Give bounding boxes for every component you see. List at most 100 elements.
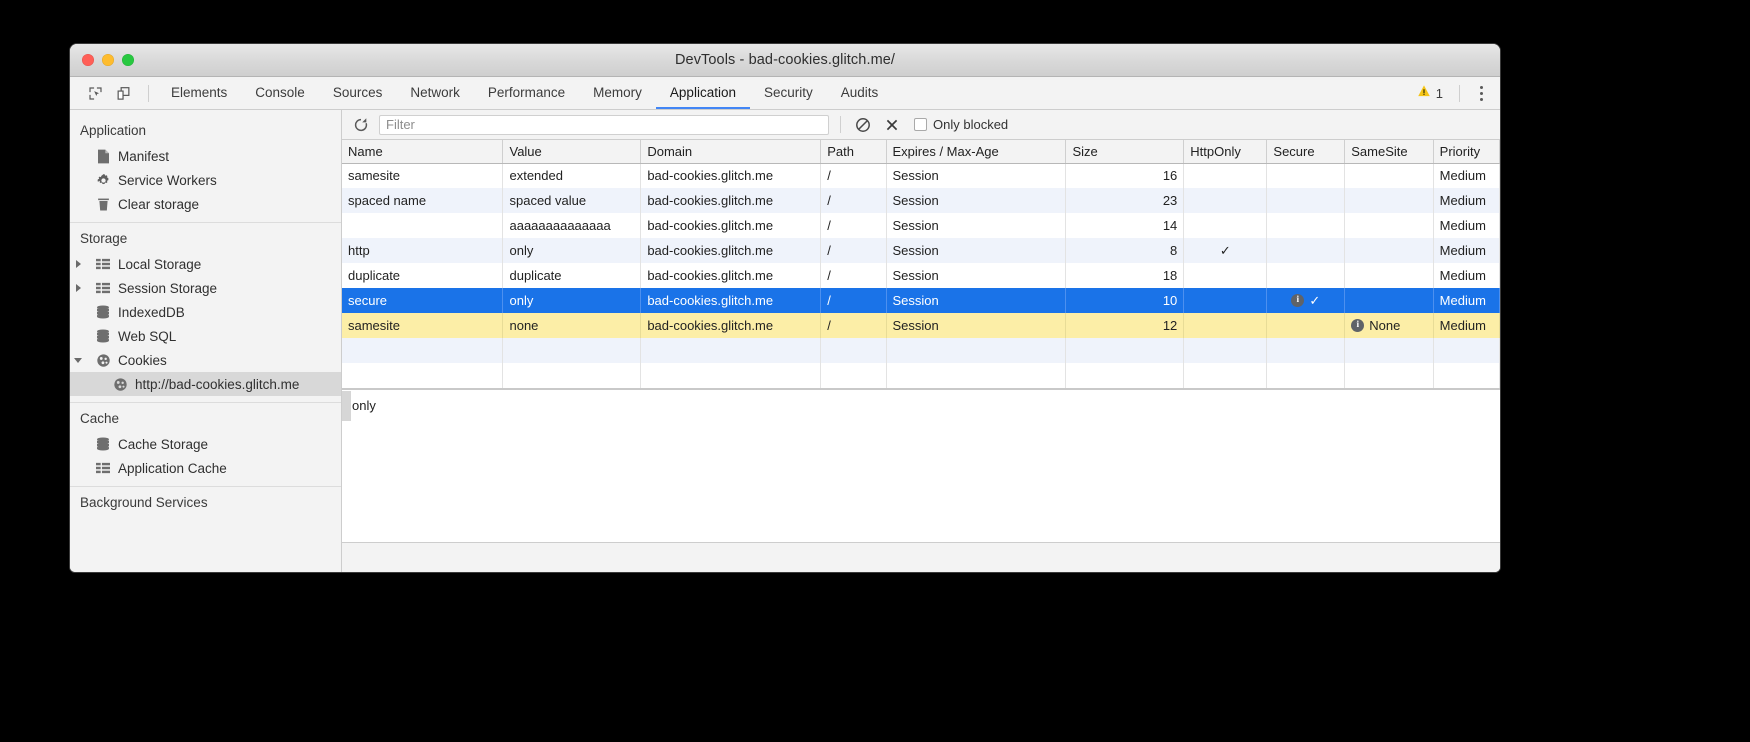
cell-expires[interactable]: Session bbox=[886, 213, 1066, 238]
cell-expires[interactable]: Session bbox=[886, 288, 1066, 313]
sidebar-item-session-storage[interactable]: Session Storage bbox=[70, 276, 341, 300]
cell-samesite[interactable] bbox=[1345, 163, 1433, 188]
inspect-element-icon[interactable] bbox=[82, 80, 108, 106]
tab-audits[interactable]: Audits bbox=[827, 77, 893, 109]
tab-security[interactable]: Security bbox=[750, 77, 827, 109]
cell-httponly[interactable] bbox=[1184, 188, 1267, 213]
cell-value[interactable]: only bbox=[503, 288, 641, 313]
cell-domain[interactable]: bad-cookies.glitch.me bbox=[641, 188, 821, 213]
tab-sources[interactable]: Sources bbox=[319, 77, 397, 109]
sidebar-item-web-sql[interactable]: Web SQL bbox=[70, 324, 341, 348]
cell-domain[interactable]: bad-cookies.glitch.me bbox=[641, 313, 821, 338]
column-header-secure[interactable]: Secure bbox=[1267, 140, 1345, 163]
column-header-domain[interactable]: Domain bbox=[641, 140, 821, 163]
cell-name[interactable] bbox=[342, 213, 503, 238]
tab-elements[interactable]: Elements bbox=[157, 77, 241, 109]
search-input[interactable] bbox=[379, 115, 829, 135]
chevron-right-icon[interactable] bbox=[73, 284, 83, 292]
info-icon[interactable]: i bbox=[1291, 294, 1304, 307]
cell-size[interactable]: 8 bbox=[1066, 238, 1184, 263]
cell-domain[interactable]: bad-cookies.glitch.me bbox=[641, 213, 821, 238]
column-header-value[interactable]: Value bbox=[503, 140, 641, 163]
cell-httponly[interactable] bbox=[1184, 263, 1267, 288]
cell-size[interactable]: 12 bbox=[1066, 313, 1184, 338]
cell-value[interactable]: duplicate bbox=[503, 263, 641, 288]
table-row[interactable]: spaced name spaced value bad-cookies.gli… bbox=[342, 188, 1500, 213]
cell-size[interactable]: 23 bbox=[1066, 188, 1184, 213]
cell-secure[interactable] bbox=[1267, 213, 1345, 238]
sidebar-item-manifest[interactable]: Manifest bbox=[70, 144, 341, 168]
cell-httponly[interactable] bbox=[1184, 288, 1267, 313]
cell-priority[interactable]: Medium bbox=[1433, 313, 1499, 338]
cell-name[interactable]: secure bbox=[342, 288, 503, 313]
table-row-warning[interactable]: samesite none bad-cookies.glitch.me / Se… bbox=[342, 313, 1500, 338]
tab-console[interactable]: Console bbox=[241, 77, 319, 109]
cell-secure[interactable] bbox=[1267, 263, 1345, 288]
cell-path[interactable]: / bbox=[821, 238, 886, 263]
cell-httponly[interactable] bbox=[1184, 213, 1267, 238]
tab-performance[interactable]: Performance bbox=[474, 77, 579, 109]
sidebar-item-service-workers[interactable]: Service Workers bbox=[70, 168, 341, 192]
cell-path[interactable]: / bbox=[821, 313, 886, 338]
cell-expires[interactable]: Session bbox=[886, 163, 1066, 188]
sidebar-item-indexeddb[interactable]: IndexedDB bbox=[70, 300, 341, 324]
cell-samesite[interactable] bbox=[1345, 188, 1433, 213]
cell-value[interactable]: aaaaaaaaaaaaaa bbox=[503, 213, 641, 238]
cell-secure[interactable] bbox=[1267, 163, 1345, 188]
cell-samesite[interactable] bbox=[1345, 263, 1433, 288]
table-row[interactable]: samesite extended bad-cookies.glitch.me … bbox=[342, 163, 1500, 188]
cell-priority[interactable]: Medium bbox=[1433, 213, 1499, 238]
close-x-icon[interactable] bbox=[881, 114, 903, 136]
cell-samesite[interactable]: i None bbox=[1345, 313, 1433, 338]
cell-domain[interactable]: bad-cookies.glitch.me bbox=[641, 163, 821, 188]
cell-value[interactable]: extended bbox=[503, 163, 641, 188]
column-header-httponly[interactable]: HttpOnly bbox=[1184, 140, 1267, 163]
cell-expires[interactable]: Session bbox=[886, 188, 1066, 213]
cell-path[interactable]: / bbox=[821, 263, 886, 288]
cell-name[interactable]: spaced name bbox=[342, 188, 503, 213]
cell-secure[interactable]: i ✓ bbox=[1267, 288, 1345, 313]
sidebar-item-local-storage[interactable]: Local Storage bbox=[70, 252, 341, 276]
cell-path[interactable]: / bbox=[821, 163, 886, 188]
block-icon[interactable] bbox=[852, 114, 874, 136]
column-header-expires[interactable]: Expires / Max-Age bbox=[886, 140, 1066, 163]
cell-samesite[interactable] bbox=[1345, 288, 1433, 313]
tab-application[interactable]: Application bbox=[656, 77, 750, 109]
cell-name[interactable]: samesite bbox=[342, 163, 503, 188]
cell-secure[interactable] bbox=[1267, 238, 1345, 263]
cell-size[interactable]: 18 bbox=[1066, 263, 1184, 288]
table-row[interactable]: duplicate duplicate bad-cookies.glitch.m… bbox=[342, 263, 1500, 288]
sidebar-item-cookies[interactable]: Cookies bbox=[70, 348, 341, 372]
cell-httponly[interactable]: ✓ bbox=[1184, 238, 1267, 263]
cell-secure[interactable] bbox=[1267, 188, 1345, 213]
table-row[interactable]: aaaaaaaaaaaaaa bad-cookies.glitch.me / S… bbox=[342, 213, 1500, 238]
cell-domain[interactable]: bad-cookies.glitch.me bbox=[641, 263, 821, 288]
warning-counter[interactable]: 1 bbox=[1411, 84, 1449, 103]
cell-expires[interactable]: Session bbox=[886, 238, 1066, 263]
cell-priority[interactable]: Medium bbox=[1433, 238, 1499, 263]
cell-path[interactable]: / bbox=[821, 288, 886, 313]
only-blocked-checkbox[interactable]: Only blocked bbox=[914, 117, 1008, 132]
tab-memory[interactable]: Memory bbox=[579, 77, 656, 109]
table-row-selected[interactable]: secure only bad-cookies.glitch.me / Sess… bbox=[342, 288, 1500, 313]
cell-name[interactable]: duplicate bbox=[342, 263, 503, 288]
cell-name[interactable]: http bbox=[342, 238, 503, 263]
sidebar-item-clear-storage[interactable]: Clear storage bbox=[70, 192, 341, 216]
column-header-priority[interactable]: Priority bbox=[1433, 140, 1499, 163]
column-header-size[interactable]: Size bbox=[1066, 140, 1184, 163]
table-row[interactable]: http only bad-cookies.glitch.me / Sessio… bbox=[342, 238, 1500, 263]
cell-domain[interactable]: bad-cookies.glitch.me bbox=[641, 238, 821, 263]
chevron-right-icon[interactable] bbox=[73, 260, 83, 268]
refresh-icon[interactable] bbox=[350, 114, 372, 136]
device-toolbar-icon[interactable] bbox=[110, 80, 136, 106]
cell-value[interactable]: only bbox=[503, 238, 641, 263]
chevron-down-icon[interactable] bbox=[73, 358, 83, 363]
cell-secure[interactable] bbox=[1267, 313, 1345, 338]
cell-httponly[interactable] bbox=[1184, 313, 1267, 338]
cell-path[interactable]: / bbox=[821, 188, 886, 213]
zoom-window-button[interactable] bbox=[122, 54, 134, 66]
column-header-name[interactable]: Name bbox=[342, 140, 503, 163]
cell-domain[interactable]: bad-cookies.glitch.me bbox=[641, 288, 821, 313]
cell-size[interactable]: 10 bbox=[1066, 288, 1184, 313]
cell-name[interactable]: samesite bbox=[342, 313, 503, 338]
